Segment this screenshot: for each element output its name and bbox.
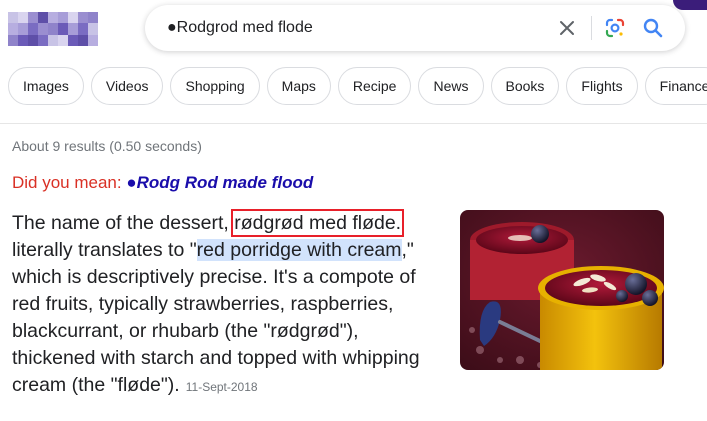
- logo-pixel: [38, 12, 48, 24]
- logo-pixel: [68, 23, 78, 35]
- chip-recipe[interactable]: Recipe: [337, 67, 412, 105]
- snippet-part-3: ," which is descriptively precise. It's …: [12, 239, 420, 396]
- chip-books[interactable]: Books: [490, 67, 560, 105]
- logo-pixel: [58, 12, 68, 24]
- search-input[interactable]: ●Rodgrod med flode: [167, 19, 313, 37]
- search-icon[interactable]: [642, 17, 664, 39]
- snippet-date: 11-Sept-2018: [185, 380, 258, 394]
- logo-pixel: [38, 23, 48, 35]
- header-divider: [0, 123, 707, 124]
- logo-pixel: [48, 34, 58, 46]
- logo-pixel: [78, 34, 88, 46]
- logo-pixel: [8, 34, 18, 46]
- did-you-mean-suggestion-link[interactable]: ●Rodg Rod made flood: [126, 173, 313, 192]
- snippet-part-1: The name of the dessert,: [12, 212, 229, 234]
- logo-pixel: [78, 23, 88, 35]
- did-you-mean-label: Did you mean:: [12, 173, 122, 192]
- chip-videos[interactable]: Videos: [90, 67, 164, 105]
- logo-pixel: [48, 23, 58, 35]
- logo-pixel: [88, 34, 98, 46]
- chip-finance[interactable]: Finance: [644, 67, 707, 105]
- chip-shopping[interactable]: Shopping: [170, 67, 260, 105]
- logo-pixel: [68, 34, 78, 46]
- search-divider: [591, 16, 592, 40]
- chip-images[interactable]: Images: [8, 67, 84, 105]
- google-lens-icon[interactable]: [604, 17, 626, 39]
- close-icon[interactable]: [557, 18, 577, 38]
- corner-accent: [673, 0, 707, 10]
- logo-pixel: [58, 23, 68, 35]
- snippet-boxed-term: rødgrød med fløde.: [231, 209, 405, 237]
- logo-pixel: [28, 34, 38, 46]
- snippet-part-2: literally translates to ": [12, 239, 197, 261]
- logo-pixel: [88, 12, 98, 24]
- logo-pixel: [8, 12, 18, 24]
- logo-pixel: [8, 23, 18, 35]
- did-you-mean: Did you mean: ●Rodg Rod made flood: [12, 173, 313, 193]
- logo-pixel: [28, 23, 38, 35]
- snippet-highlight: red porridge with cream: [196, 239, 402, 261]
- result-stats: About 9 results (0.50 seconds): [12, 138, 202, 154]
- dessert-thumbnail-image[interactable]: [460, 210, 664, 370]
- featured-snippet-text: The name of the dessert, rødgrød med flø…: [12, 209, 442, 401]
- logo-pixel: [18, 34, 28, 46]
- logo-pixel: [48, 12, 58, 24]
- logo-pixel: [18, 12, 28, 24]
- blurred-logo[interactable]: [8, 12, 98, 46]
- chip-flights[interactable]: Flights: [566, 67, 638, 105]
- logo-pixel: [28, 12, 38, 24]
- logo-pixel: [68, 12, 78, 24]
- logo-pixel: [58, 34, 68, 46]
- logo-pixel: [78, 12, 88, 24]
- chip-maps[interactable]: Maps: [266, 67, 331, 105]
- logo-pixel: [88, 23, 98, 35]
- logo-pixel: [38, 34, 48, 46]
- search-box[interactable]: ●Rodgrod med flode: [145, 5, 685, 51]
- chip-news[interactable]: News: [418, 67, 484, 105]
- search-filter-chips: Images Videos Shopping Maps Recipe News …: [8, 67, 707, 107]
- logo-pixel: [18, 23, 28, 35]
